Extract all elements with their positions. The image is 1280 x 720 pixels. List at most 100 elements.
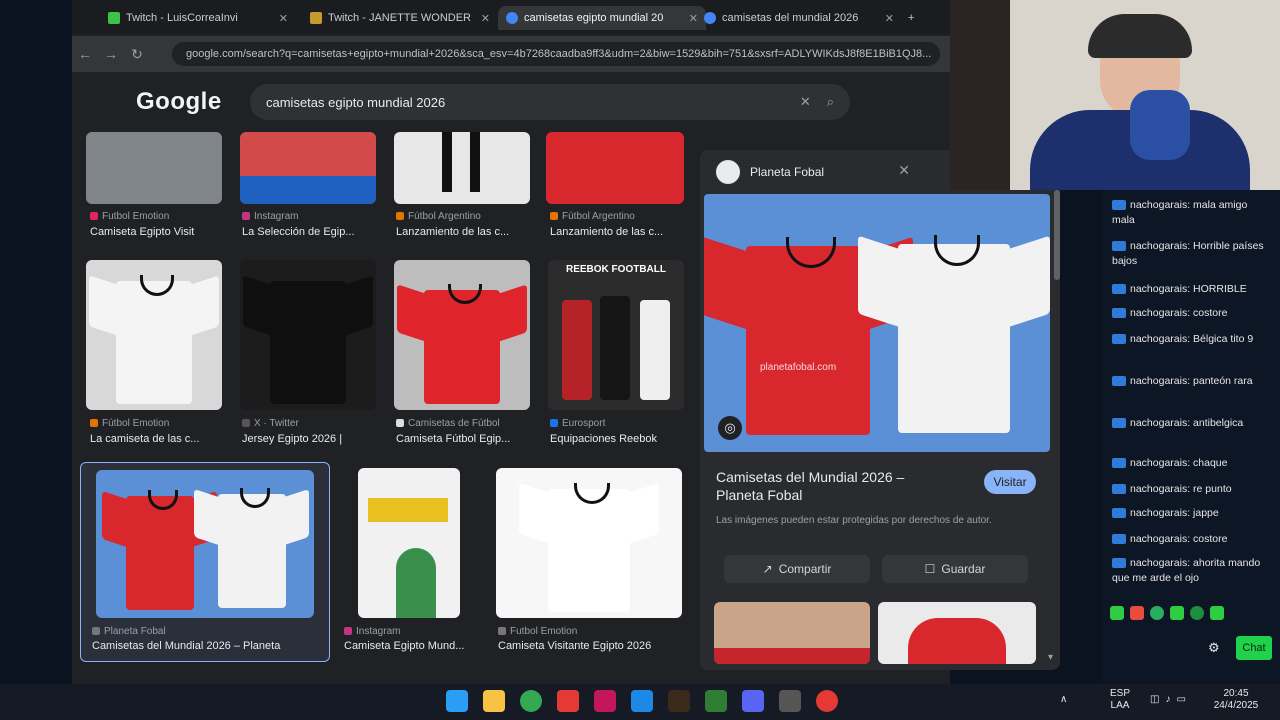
result-source: Futbol Emotion (90, 211, 220, 222)
image-preview-panel: Planeta Fobal ✕ planetafobal.com ◎ Camis… (700, 150, 1060, 670)
result-title[interactable]: Jersey Egipto 2026 | (242, 433, 376, 445)
discord-icon[interactable] (742, 690, 764, 712)
twitch-icon (310, 12, 322, 24)
system-tray-icons[interactable]: ◫♪▭ (1150, 694, 1192, 705)
webcam-overlay (950, 0, 1280, 190)
result-source: Fútbol Argentino (550, 211, 684, 222)
chat-message: nachogarais: HORRIBLE (1112, 282, 1272, 297)
chrome-icon[interactable] (520, 690, 542, 712)
clear-icon[interactable]: ✕ (800, 94, 811, 110)
result-source: Camisetas de Fútbol (396, 418, 530, 429)
related-image[interactable] (878, 602, 1036, 664)
result-thumb[interactable]: REEBOK FOOTBALL (548, 260, 684, 410)
result-title[interactable]: La Selección de Egip... (242, 226, 376, 238)
clock[interactable]: 20:45 24/4/2025 (1206, 688, 1266, 712)
result-title[interactable]: Camiseta Egipto Visit (90, 226, 220, 238)
emote-icon[interactable] (1130, 606, 1144, 620)
app-icon[interactable] (631, 690, 653, 712)
result-source: Instagram (344, 626, 480, 637)
chat-message: nachogarais: chaque (1112, 456, 1272, 471)
toolbar: ← → ↻ google.com/search?q=camisetas+egip… (72, 36, 950, 72)
emote-icon[interactable] (1110, 606, 1124, 620)
app-icon[interactable] (557, 690, 579, 712)
tab-strip: Twitch - LuisCorreaInvi ✕ Twitch - JANET… (72, 0, 950, 34)
chat-message: nachogarais: Bélgica tito 9 (1112, 332, 1272, 347)
result-thumb[interactable] (96, 470, 314, 618)
tab-label: Twitch - JANETTE WONDER (328, 12, 472, 24)
site-logo-icon (716, 160, 740, 184)
app-icon[interactable] (705, 690, 727, 712)
google-icon (506, 12, 518, 24)
app-icon[interactable] (779, 690, 801, 712)
result-title[interactable]: Camiseta Visitante Egipto 2026 (498, 640, 682, 652)
app-icon[interactable] (816, 690, 838, 712)
result-title[interactable]: Equipaciones Reebok (550, 433, 684, 445)
save-button[interactable]: ☐ Guardar (882, 555, 1028, 583)
chat-message: nachogarais: ahorita mando que me arde e… (1112, 557, 1261, 584)
chat-send-button[interactable]: Chat (1236, 636, 1272, 660)
forward-icon[interactable]: → (98, 46, 124, 62)
address-bar[interactable]: google.com/search?q=camisetas+egipto+mun… (172, 42, 940, 66)
lens-icon[interactable]: ◎ (718, 416, 742, 440)
share-button[interactable]: ↗ Compartir (724, 555, 870, 583)
result-thumb[interactable] (394, 132, 530, 204)
gear-icon[interactable]: ⚙ (1208, 640, 1220, 656)
emote-icon[interactable] (1190, 606, 1204, 620)
emote-row (1110, 606, 1240, 622)
search-input[interactable]: camisetas egipto mundial 2026 ✕ ⌕ (250, 84, 850, 120)
close-icon[interactable]: ✕ (481, 12, 490, 25)
result-title[interactable]: Camiseta Egipto Mund... (344, 640, 480, 652)
search-icon[interactable]: ⌕ (827, 94, 834, 110)
result-thumb[interactable] (358, 468, 460, 618)
result-source: Planeta Fobal (92, 626, 312, 637)
result-source: Futbol Emotion (498, 626, 682, 637)
panel-title[interactable]: Camisetas del Mundial 2026 – Planeta Fob… (716, 468, 946, 504)
emote-icon[interactable] (1150, 606, 1164, 620)
preview-image[interactable]: planetafobal.com ◎ (704, 194, 1050, 452)
result-thumb[interactable] (394, 260, 530, 410)
chat-message: nachogarais: Horrible países bajos (1112, 240, 1264, 267)
tab-label: Twitch - LuisCorreaInvi (126, 12, 238, 24)
result-source: X · Twitter (242, 418, 376, 429)
panel-source[interactable]: Planeta Fobal (750, 165, 824, 179)
google-logo[interactable]: Google (136, 88, 222, 116)
app-icon[interactable] (668, 690, 690, 712)
result-thumb[interactable] (240, 132, 376, 204)
emote-icon[interactable] (1170, 606, 1184, 620)
visit-button[interactable]: Visitar (984, 470, 1036, 494)
chevron-down-icon[interactable]: ▾ (1048, 652, 1053, 663)
bookmark-icon: ☐ (924, 562, 936, 576)
result-title[interactable]: Camisetas del Mundial 2026 – Planeta (92, 640, 312, 652)
tab-google-egipto[interactable]: camisetas egipto mundial 2026 - Google ✕ (498, 6, 706, 30)
emote-icon[interactable] (1210, 606, 1224, 620)
result-title[interactable]: La camiseta de las c... (90, 433, 220, 445)
tab-twitch-2[interactable]: Twitch - JANETTE WONDER ✕ (302, 6, 498, 30)
tab-twitch-1[interactable]: Twitch - LuisCorreaInvi ✕ (100, 6, 296, 30)
result-thumb[interactable] (546, 132, 684, 204)
result-thumb[interactable] (86, 260, 222, 410)
language-indicator[interactable]: ESP LAA (1110, 688, 1130, 712)
reload-icon[interactable]: ↻ (124, 46, 150, 63)
new-tab-button[interactable]: + (900, 6, 936, 30)
close-icon[interactable]: ✕ (279, 12, 288, 25)
result-title[interactable]: Lanzamiento de las c... (396, 226, 530, 238)
close-icon[interactable]: ✕ (898, 162, 910, 179)
tab-google-mundial[interactable]: camisetas del mundial 2026 - Google ✕ (696, 6, 902, 30)
google-icon (704, 12, 716, 24)
result-title[interactable]: Camiseta Fútbol Egip... (396, 433, 530, 445)
app-icon[interactable] (594, 690, 616, 712)
chevron-up-icon[interactable]: ∧ (1060, 694, 1067, 705)
chat-message: nachogarais: jappe (1112, 506, 1272, 521)
panel-scrollbar[interactable] (1054, 190, 1060, 280)
result-thumb[interactable] (496, 468, 682, 618)
related-image[interactable] (714, 602, 870, 664)
result-thumb[interactable] (240, 260, 376, 410)
result-title[interactable]: Lanzamiento de las c... (550, 226, 684, 238)
result-source: Eurosport (550, 418, 684, 429)
close-icon[interactable]: ✕ (885, 12, 894, 25)
back-icon[interactable]: ← (72, 46, 98, 62)
image-watermark: planetafobal.com (760, 362, 837, 373)
result-thumb[interactable] (86, 132, 222, 204)
start-icon[interactable] (446, 690, 468, 712)
file-explorer-icon[interactable] (483, 690, 505, 712)
